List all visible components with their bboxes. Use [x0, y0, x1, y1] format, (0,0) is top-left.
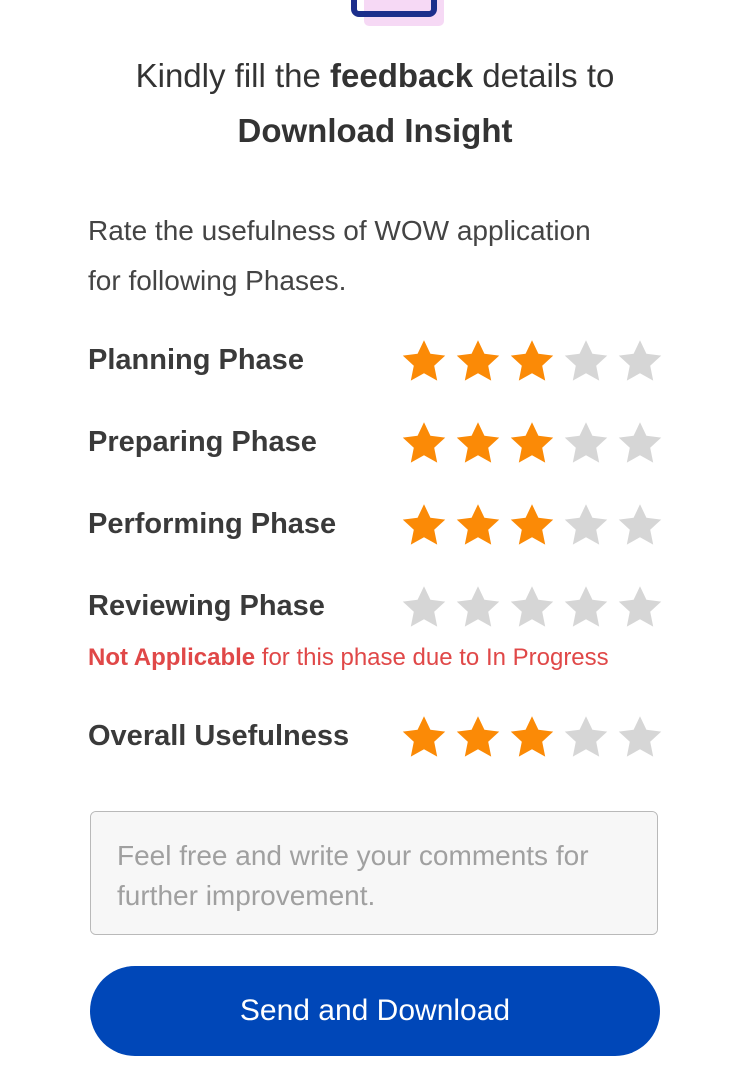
rating-prompt: Rate the usefulness of WOW application f…: [88, 206, 668, 306]
planning-phase-label: Planning Phase: [88, 344, 304, 376]
comment-field[interactable]: [90, 811, 658, 935]
star-filled-icon[interactable]: [400, 337, 448, 385]
star-empty-icon[interactable]: [562, 419, 610, 467]
rating-prompt-line2: for following Phases.: [88, 265, 347, 296]
star-empty-icon[interactable]: [562, 337, 610, 385]
star-filled-icon[interactable]: [508, 713, 556, 761]
star-empty-icon[interactable]: [562, 583, 610, 631]
star-filled-icon[interactable]: [454, 713, 502, 761]
star-filled-icon[interactable]: [400, 419, 448, 467]
heading-text: Kindly fill the: [135, 57, 331, 94]
not-applicable-text: Not Applicable: [88, 644, 256, 671]
performing-phase-label: Performing Phase: [88, 508, 337, 540]
rating-prompt-line1: Rate the usefulness of WOW application: [88, 215, 591, 246]
note-reason-text: for this phase due to In Progress: [255, 644, 609, 671]
star-filled-icon[interactable]: [508, 501, 556, 549]
star-empty-icon[interactable]: [616, 419, 664, 467]
star-empty-icon[interactable]: [562, 501, 610, 549]
heading-text-2: details to: [473, 57, 615, 94]
send-and-download-button[interactable]: Send and Download: [90, 966, 660, 1056]
star-filled-icon[interactable]: [454, 419, 502, 467]
heading-feedback-word: feedback: [330, 57, 474, 94]
planning-phase-stars[interactable]: [400, 337, 664, 385]
preparing-phase-stars[interactable]: [400, 419, 664, 467]
star-empty-icon[interactable]: [562, 713, 610, 761]
page-heading: Kindly fill the feedback details to Down…: [0, 48, 750, 158]
star-empty-icon[interactable]: [454, 583, 502, 631]
star-filled-icon[interactable]: [454, 337, 502, 385]
document-icon: [351, 0, 444, 26]
star-filled-icon[interactable]: [508, 337, 556, 385]
heading-download-insight: Download Insight: [237, 112, 513, 149]
star-filled-icon[interactable]: [508, 419, 556, 467]
star-empty-icon[interactable]: [616, 501, 664, 549]
star-empty-icon[interactable]: [616, 583, 664, 631]
overall-usefulness-label: Overall Usefulness: [88, 720, 350, 752]
performing-phase-stars[interactable]: [400, 501, 664, 549]
overall-usefulness-stars[interactable]: [400, 713, 664, 761]
reviewing-status-note: Not Applicable for this phase due to In …: [88, 644, 609, 672]
star-empty-icon[interactable]: [400, 583, 448, 631]
preparing-phase-label: Preparing Phase: [88, 426, 317, 458]
star-filled-icon[interactable]: [454, 501, 502, 549]
reviewing-phase-stars[interactable]: [400, 583, 664, 631]
star-filled-icon[interactable]: [400, 501, 448, 549]
star-empty-icon[interactable]: [508, 583, 556, 631]
star-empty-icon[interactable]: [616, 337, 664, 385]
star-filled-icon[interactable]: [400, 713, 448, 761]
reviewing-phase-label: Reviewing Phase: [88, 590, 325, 622]
star-empty-icon[interactable]: [616, 713, 664, 761]
